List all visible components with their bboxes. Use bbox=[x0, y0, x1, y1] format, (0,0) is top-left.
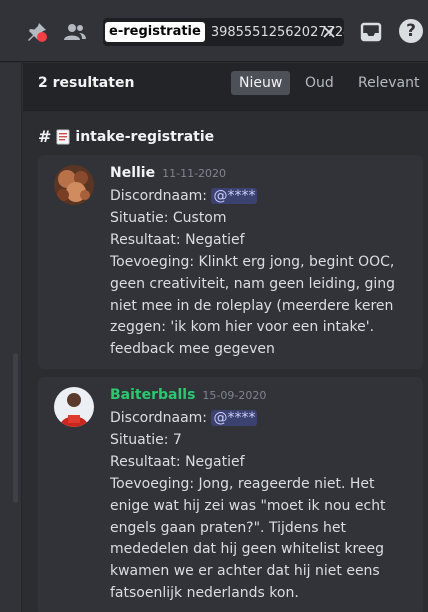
sort-oldest-tab[interactable]: Oud bbox=[297, 71, 342, 95]
channel-heading[interactable]: # intake-registratie bbox=[38, 127, 214, 146]
inbox-icon[interactable] bbox=[358, 19, 384, 45]
discordnaam-line: Discordnaam: @**** bbox=[110, 186, 415, 208]
situatie-line: Situatie: 7 bbox=[110, 431, 182, 448]
toevoeging-line: Toevoeging: Jong, reageerde niet. Het en… bbox=[110, 475, 386, 602]
clear-icon[interactable] bbox=[318, 21, 340, 43]
help-icon[interactable]: ? bbox=[399, 19, 423, 43]
message-timestamp: 11-11-2020 bbox=[162, 167, 227, 180]
message-author[interactable]: Baiterballs 15-09-2020 bbox=[110, 387, 266, 403]
user-mention[interactable]: @**** bbox=[211, 410, 258, 426]
avatar[interactable] bbox=[54, 387, 94, 427]
author-name: Nellie bbox=[110, 165, 156, 181]
toevoeging-line: Toevoeging: Klinkt erg jong, begint OOC,… bbox=[110, 253, 396, 358]
help-glyph: ? bbox=[406, 21, 416, 41]
results-header: 2 resultaten Nieuw Oud Relevant bbox=[23, 63, 428, 111]
sort-newest-tab[interactable]: Nieuw bbox=[231, 71, 291, 95]
search-result-message[interactable]: Nellie 11-11-2020 Discordnaam: @**** Situ… bbox=[38, 155, 423, 369]
discordnaam-label: Discordnaam: bbox=[110, 188, 208, 204]
pin-icon[interactable] bbox=[24, 19, 50, 45]
message-content: Discordnaam: @**** Situatie: 7 Resultaat… bbox=[110, 408, 415, 605]
sort-relevant-tab[interactable]: Relevant bbox=[350, 71, 427, 95]
clipboard-icon bbox=[56, 129, 70, 145]
discordnaam-label: Discordnaam: bbox=[110, 410, 208, 426]
message-author[interactable]: Nellie 11-11-2020 bbox=[110, 165, 226, 181]
search-input[interactable]: e-registratie 398555125620277248 bbox=[103, 18, 344, 46]
app-window: e-registratie 398555125620277248 ? 2 res… bbox=[0, 0, 428, 612]
results-count: 2 resultaten bbox=[38, 75, 135, 91]
toolbar-edge bbox=[0, 20, 8, 42]
resultaat-line: Resultaat: Negatief bbox=[110, 453, 245, 470]
search-result-message[interactable]: Baiterballs 15-09-2020 Discordnaam: @****… bbox=[38, 377, 423, 612]
members-icon[interactable] bbox=[62, 19, 88, 45]
search-results-panel: 2 resultaten Nieuw Oud Relevant # intake… bbox=[23, 63, 428, 612]
avatar[interactable] bbox=[54, 165, 94, 205]
channel-name: intake-registratie bbox=[75, 128, 215, 145]
search-filter-tag: e-registratie bbox=[105, 22, 205, 42]
scrollbar[interactable] bbox=[13, 353, 18, 503]
situatie-line: Situatie: Custom bbox=[110, 209, 227, 226]
author-name: Baiterballs bbox=[110, 387, 196, 403]
message-content: Discordnaam: @**** Situatie: Custom Resu… bbox=[110, 186, 415, 361]
discordnaam-line: Discordnaam: @**** bbox=[110, 408, 415, 430]
top-toolbar: e-registratie 398555125620277248 ? bbox=[0, 0, 428, 62]
channel-hash: # bbox=[38, 127, 52, 146]
resultaat-line: Resultaat: Negatief bbox=[110, 231, 245, 248]
user-mention[interactable]: @**** bbox=[211, 188, 258, 204]
message-timestamp: 15-09-2020 bbox=[202, 389, 267, 402]
chat-area-edge bbox=[0, 63, 22, 612]
